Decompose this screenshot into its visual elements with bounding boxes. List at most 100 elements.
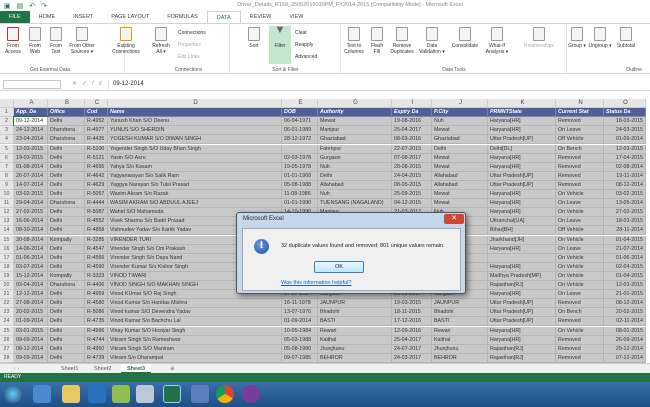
cell[interactable]: On Vehicle bbox=[556, 281, 604, 291]
data-validation-button[interactable]: Data Validation ▾ bbox=[418, 27, 446, 55]
cell[interactable]: 02-03-1978 bbox=[282, 153, 318, 163]
cell[interactable]: 01-09-2014 bbox=[14, 317, 48, 327]
advanced-filter-button[interactable]: Advanced bbox=[295, 54, 317, 60]
cell[interactable]: 23-04-2014 bbox=[14, 135, 48, 145]
cell[interactable]: Vikram Singh S/o Rameshwar bbox=[108, 335, 282, 345]
cell[interactable]: 14-07-2014 bbox=[14, 180, 48, 190]
tab-formulas[interactable]: FORMULAS bbox=[158, 11, 207, 23]
row-header[interactable]: 26 bbox=[0, 335, 14, 345]
cell[interactable]: 08-03-2016 bbox=[392, 135, 432, 145]
cell[interactable]: Rewari bbox=[432, 326, 488, 336]
column-header-N[interactable]: N bbox=[556, 99, 604, 109]
cell[interactable]: Delhi bbox=[48, 180, 85, 190]
cell[interactable]: R-4406 bbox=[85, 281, 108, 291]
cell[interactable]: Delhi bbox=[48, 326, 85, 336]
from-access-button[interactable]: From Access bbox=[2, 27, 24, 55]
cell[interactable]: Haryana[HR] bbox=[488, 335, 556, 345]
cell[interactable]: 03-02-2015 bbox=[604, 190, 646, 200]
cell[interactable]: Haryana[HR] bbox=[488, 190, 556, 200]
feedback-link[interactable]: Was this information helpful? bbox=[281, 280, 351, 286]
cell[interactable]: 01-01-1990 bbox=[282, 199, 318, 209]
column-header-C[interactable]: C bbox=[85, 99, 108, 109]
cell[interactable] bbox=[282, 144, 318, 154]
cell[interactable]: 08-12-2014 bbox=[604, 299, 646, 309]
cell[interactable]: Kaithal bbox=[318, 335, 392, 345]
cell[interactable]: 16-11-1978 bbox=[282, 299, 318, 309]
from-other-sources-button[interactable]: From Other Sources ▾ bbox=[66, 27, 98, 55]
cell[interactable]: 28-08-2015 bbox=[392, 162, 432, 172]
cell[interactable]: 26-07-2014 bbox=[14, 171, 48, 181]
cell[interactable]: R-4566 bbox=[85, 253, 108, 263]
cell[interactable]: On Vehicle bbox=[556, 271, 604, 281]
cell[interactable]: 04-12-2015 bbox=[392, 199, 432, 209]
cell[interactable]: 20-02-2015 bbox=[604, 308, 646, 318]
cell[interactable]: 25-04-2017 bbox=[392, 126, 432, 136]
cell[interactable]: Haryana[HR] bbox=[488, 153, 556, 163]
start-button-icon[interactable] bbox=[4, 385, 22, 403]
row-header[interactable]: 20 bbox=[0, 281, 14, 291]
cell[interactable]: Rajasthan[RJ] bbox=[488, 281, 556, 291]
cell[interactable]: Mewat bbox=[432, 126, 488, 136]
cell[interactable]: Uttar Pradesh[UP] bbox=[488, 180, 556, 190]
cell[interactable]: 18-11-2015 bbox=[392, 308, 432, 318]
group-button[interactable]: Group ▾ bbox=[568, 27, 586, 49]
cell[interactable]: Haryana[HR] bbox=[488, 117, 556, 127]
cell[interactable]: Gurgaon bbox=[318, 153, 392, 163]
cell[interactable]: 01-09-2014 bbox=[604, 135, 646, 145]
cell[interactable]: Ghaziabad bbox=[432, 135, 488, 145]
row-header[interactable]: 10 bbox=[0, 190, 14, 200]
notepad-icon[interactable] bbox=[136, 385, 154, 403]
cell[interactable]: On Leave bbox=[556, 290, 604, 300]
cell[interactable]: Vinod Kumar S/o Haridas Mishra bbox=[108, 299, 282, 309]
from-web-button[interactable]: From Web bbox=[25, 27, 45, 55]
table-header-cell[interactable]: Name bbox=[108, 108, 282, 118]
table-header-cell[interactable]: Office bbox=[48, 108, 85, 118]
cell[interactable]: 14-06-2014 bbox=[14, 244, 48, 254]
cell[interactable]: Delhi bbox=[48, 244, 85, 254]
cell[interactable]: 21-07-2014 bbox=[604, 244, 646, 254]
cell[interactable]: R-5121 bbox=[85, 153, 108, 163]
tab-home[interactable]: HOME bbox=[30, 11, 65, 23]
cell[interactable]: R-3323 bbox=[85, 271, 108, 281]
cell[interactable]: 12-09-2016 bbox=[392, 326, 432, 336]
cell[interactable]: Delhi bbox=[48, 190, 85, 200]
cell[interactable]: Jharkhand[JH] bbox=[488, 235, 556, 245]
cell[interactable]: 02-08-2014 bbox=[604, 162, 646, 172]
cell[interactable]: 02-04-2015 bbox=[604, 262, 646, 272]
cell[interactable]: Delhi bbox=[48, 299, 85, 309]
cell[interactable]: Delhi bbox=[318, 171, 392, 181]
cell[interactable]: On Leave bbox=[556, 217, 604, 227]
cell[interactable]: Haryana[HR] bbox=[488, 262, 556, 272]
column-header-I[interactable]: I bbox=[392, 99, 432, 109]
cell[interactable]: 10-05-1984 bbox=[282, 326, 318, 336]
row-header[interactable]: 12 bbox=[0, 208, 14, 218]
cell[interactable] bbox=[488, 253, 556, 263]
filter-button[interactable]: ▼ Filter bbox=[269, 25, 291, 64]
cell[interactable]: Delhi bbox=[48, 335, 85, 345]
cell[interactable]: Removed bbox=[556, 353, 604, 363]
row-header[interactable]: 22 bbox=[0, 299, 14, 309]
cell[interactable]: Jhunjhunu bbox=[318, 344, 392, 354]
cell[interactable]: BEHROR bbox=[432, 353, 488, 363]
cell[interactable]: R-4552 bbox=[85, 217, 108, 227]
sort-button[interactable]: Sort bbox=[245, 27, 263, 49]
cell[interactable]: 21-01-2015 bbox=[604, 290, 646, 300]
row-header[interactable]: 28 bbox=[0, 353, 14, 363]
cell[interactable]: Removed bbox=[556, 317, 604, 327]
internet-explorer-icon[interactable] bbox=[33, 385, 51, 403]
cell[interactable]: 01-06-2014 bbox=[604, 253, 646, 263]
cell[interactable]: Vikram Singh S/O Maniram bbox=[108, 344, 282, 354]
cell[interactable]: TUENSANG (NAGALAND) bbox=[318, 199, 392, 209]
cell[interactable]: 01-04-2015 bbox=[604, 271, 646, 281]
cell[interactable]: Allahabad bbox=[432, 180, 488, 190]
fx-icon[interactable]: ✕✓fx bbox=[72, 80, 107, 87]
row-header[interactable]: 1 bbox=[0, 108, 14, 118]
row-header[interactable]: 9 bbox=[0, 180, 14, 190]
table-header-cell[interactable]: P.City bbox=[432, 108, 488, 118]
edit-links-button[interactable]: Edit Links bbox=[178, 54, 200, 60]
row-header[interactable]: 19 bbox=[0, 271, 14, 281]
cell[interactable]: 13-07-1976 bbox=[282, 308, 318, 318]
column-header-O[interactable]: O bbox=[604, 99, 646, 109]
cell[interactable]: Removed bbox=[556, 153, 604, 163]
cell[interactable]: Delhi bbox=[48, 253, 85, 263]
